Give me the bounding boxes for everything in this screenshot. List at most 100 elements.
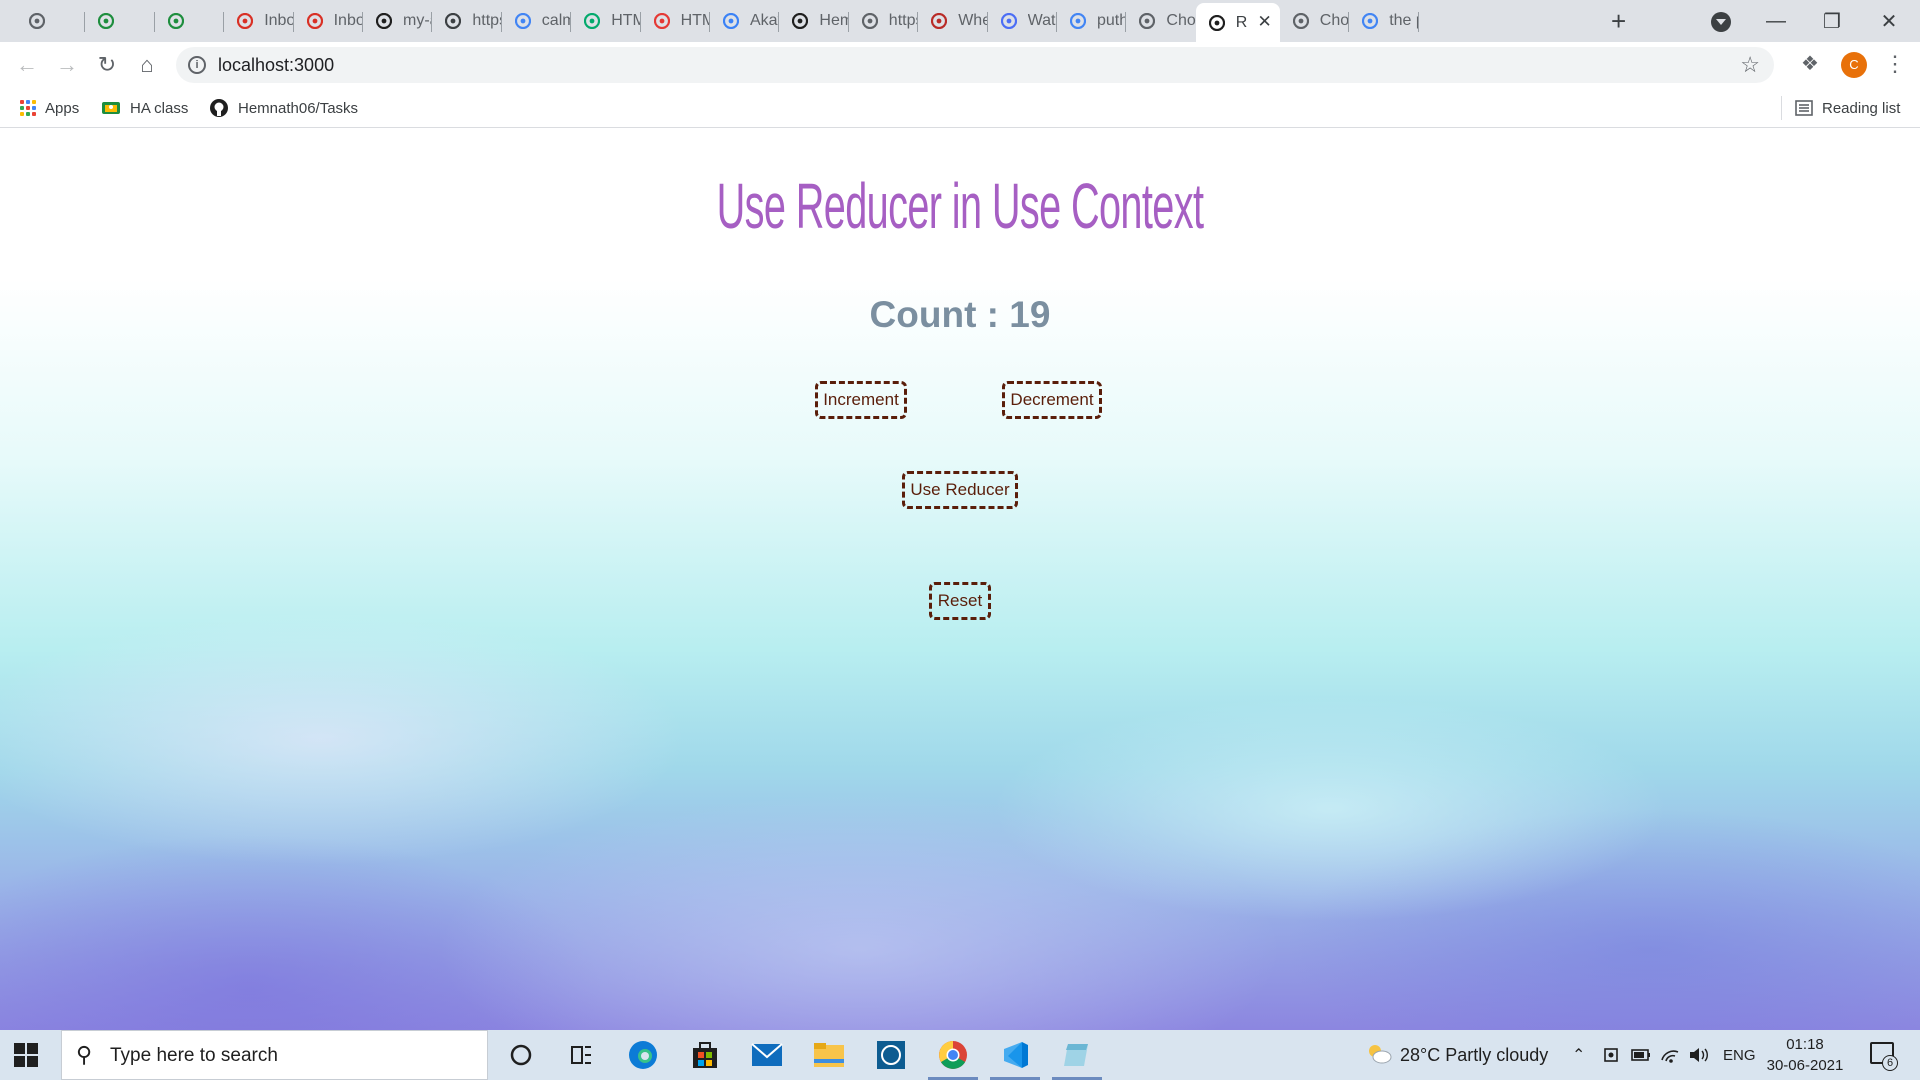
bookmark-hemnath-tasks[interactable]: Hemnath06/Tasks bbox=[209, 96, 358, 120]
browser-tab[interactable]: calm bbox=[502, 6, 571, 36]
browser-tab[interactable]: Inbox bbox=[294, 6, 363, 36]
weather-widget[interactable]: 28°C Partly cloudy bbox=[1366, 1030, 1548, 1080]
tab-title: my-a bbox=[403, 12, 432, 29]
bookmarks-bar: Apps HA class Hemnath06/Tasks Reading li… bbox=[0, 89, 1920, 128]
browser-tab[interactable]: HTM bbox=[641, 6, 710, 36]
browser-tab[interactable]: R ✕ bbox=[1195, 3, 1280, 42]
decrement-button[interactable]: Decrement bbox=[1002, 381, 1102, 419]
tab-separator bbox=[1417, 12, 1419, 32]
gmail-icon bbox=[236, 12, 254, 30]
dell-app-icon[interactable] bbox=[872, 1036, 910, 1074]
bookmark-ha-class[interactable]: HA class bbox=[101, 96, 188, 120]
increment-button[interactable]: Increment bbox=[815, 381, 907, 419]
tab-title: Wher bbox=[958, 12, 988, 29]
minimize-button[interactable]: — bbox=[1753, 4, 1799, 38]
browser-tab[interactable]: https bbox=[849, 6, 918, 36]
github-icon bbox=[209, 98, 229, 118]
system-clock[interactable]: 01:18 30-06-2021 bbox=[1750, 1034, 1860, 1076]
meet-now-icon[interactable] bbox=[1603, 1030, 1621, 1080]
react-icon bbox=[1208, 14, 1226, 32]
clock-date: 30-06-2021 bbox=[1766, 1057, 1844, 1074]
bookmarks-divider bbox=[1781, 96, 1782, 120]
browser-tab[interactable]: Inbox bbox=[224, 6, 294, 36]
forward-icon[interactable]: → bbox=[52, 50, 82, 80]
browser-tab[interactable]: Chon bbox=[1126, 6, 1196, 36]
show-hidden-icons-chevron-icon[interactable]: ⌃ bbox=[1572, 1030, 1585, 1080]
edge-browser-icon[interactable] bbox=[624, 1036, 662, 1074]
gmail-icon bbox=[306, 12, 324, 30]
globe-icon bbox=[861, 12, 879, 30]
reset-button[interactable]: Reset bbox=[929, 582, 991, 620]
tab-title: puth bbox=[1097, 12, 1127, 29]
globe-icon bbox=[1292, 12, 1310, 30]
browser-tab[interactable] bbox=[155, 6, 224, 36]
w3schools-icon bbox=[583, 12, 601, 30]
reading-list-button[interactable]: Reading list bbox=[1795, 96, 1900, 120]
notification-count-badge: 6 bbox=[1882, 1055, 1898, 1071]
partly-cloudy-icon bbox=[1366, 1042, 1392, 1069]
bookmark-label: Apps bbox=[45, 99, 80, 117]
taskbar-search-box[interactable]: ⚲ Type here to search bbox=[61, 1030, 488, 1080]
browser-tab[interactable]: puth bbox=[1057, 6, 1126, 36]
tab-search-button[interactable] bbox=[1711, 12, 1731, 32]
browser-menu-icon[interactable]: ⋮ bbox=[1884, 52, 1906, 76]
record-icon bbox=[653, 12, 671, 30]
browser-tab[interactable] bbox=[16, 6, 85, 36]
google-classroom-icon bbox=[101, 100, 121, 116]
search-icon: ⚲ bbox=[76, 1042, 93, 1067]
microsoft-store-icon[interactable] bbox=[686, 1036, 724, 1074]
tab-title: Akay bbox=[750, 12, 779, 29]
profile-avatar[interactable]: C bbox=[1841, 52, 1867, 78]
address-bar[interactable]: i localhost:3000 ☆ bbox=[176, 47, 1774, 83]
vscode-icon[interactable] bbox=[990, 1036, 1040, 1080]
bookmark-star-icon[interactable]: ☆ bbox=[1740, 52, 1760, 78]
browser-tab[interactable]: HTM bbox=[571, 6, 641, 36]
quora-icon bbox=[930, 12, 948, 30]
browser-tab[interactable]: Wher bbox=[918, 6, 988, 36]
close-window-button[interactable]: ✕ bbox=[1866, 4, 1912, 38]
site-info-icon[interactable]: i bbox=[188, 56, 206, 74]
task-view-icon[interactable] bbox=[562, 1036, 600, 1074]
tab-title: Inbox bbox=[264, 12, 294, 29]
tab-title: HTM bbox=[680, 12, 710, 29]
battery-icon[interactable] bbox=[1631, 1030, 1651, 1080]
tab-title: Hemi bbox=[819, 12, 849, 29]
google-icon bbox=[1069, 12, 1087, 30]
bookmark-apps[interactable]: Apps bbox=[20, 96, 79, 120]
tab-title: the p bbox=[1389, 12, 1418, 29]
browser-tab[interactable] bbox=[85, 6, 154, 36]
puzzle-icon bbox=[722, 12, 740, 30]
globe-icon bbox=[1138, 12, 1156, 30]
volume-icon[interactable] bbox=[1688, 1030, 1710, 1080]
browser-tab[interactable]: Watc bbox=[988, 6, 1057, 36]
file-explorer-icon[interactable] bbox=[810, 1036, 848, 1074]
windows-start-icon[interactable] bbox=[14, 1043, 38, 1067]
extensions-puzzle-icon[interactable]: ❖ bbox=[1801, 51, 1819, 76]
browser-tab[interactable]: my-a bbox=[363, 6, 432, 36]
notepad-app-icon[interactable] bbox=[1052, 1036, 1102, 1080]
clock-time: 01:18 bbox=[1786, 1036, 1824, 1053]
browser-tab[interactable]: Akay bbox=[710, 6, 779, 36]
tab-title: HTM bbox=[611, 12, 641, 29]
close-tab-icon[interactable]: ✕ bbox=[1258, 12, 1272, 32]
browser-tab[interactable]: Hemi bbox=[779, 6, 849, 36]
browser-tab[interactable]: the p bbox=[1349, 6, 1419, 36]
home-icon[interactable]: ⌂ bbox=[132, 50, 162, 80]
react-icon bbox=[28, 12, 46, 30]
browser-tab[interactable]: https bbox=[432, 6, 502, 36]
url-text[interactable]: localhost:3000 bbox=[218, 55, 334, 76]
chrome-taskbar-icon[interactable] bbox=[928, 1036, 978, 1080]
browser-tab[interactable]: Chon bbox=[1280, 6, 1349, 36]
google-icon bbox=[514, 12, 532, 30]
reload-icon[interactable]: ↻ bbox=[92, 50, 122, 80]
tab-title: Chon bbox=[1166, 12, 1196, 29]
use-reducer-button[interactable]: Use Reducer bbox=[902, 471, 1018, 509]
mail-icon[interactable] bbox=[748, 1036, 786, 1074]
cortana-icon[interactable] bbox=[502, 1036, 540, 1074]
restore-button[interactable]: ❐ bbox=[1809, 4, 1855, 38]
back-icon[interactable]: ← bbox=[12, 50, 42, 80]
tab-title: Watc bbox=[1027, 12, 1057, 29]
github-icon bbox=[791, 12, 809, 30]
wifi-icon[interactable] bbox=[1660, 1030, 1680, 1080]
new-tab-button[interactable]: + bbox=[1611, 7, 1626, 35]
